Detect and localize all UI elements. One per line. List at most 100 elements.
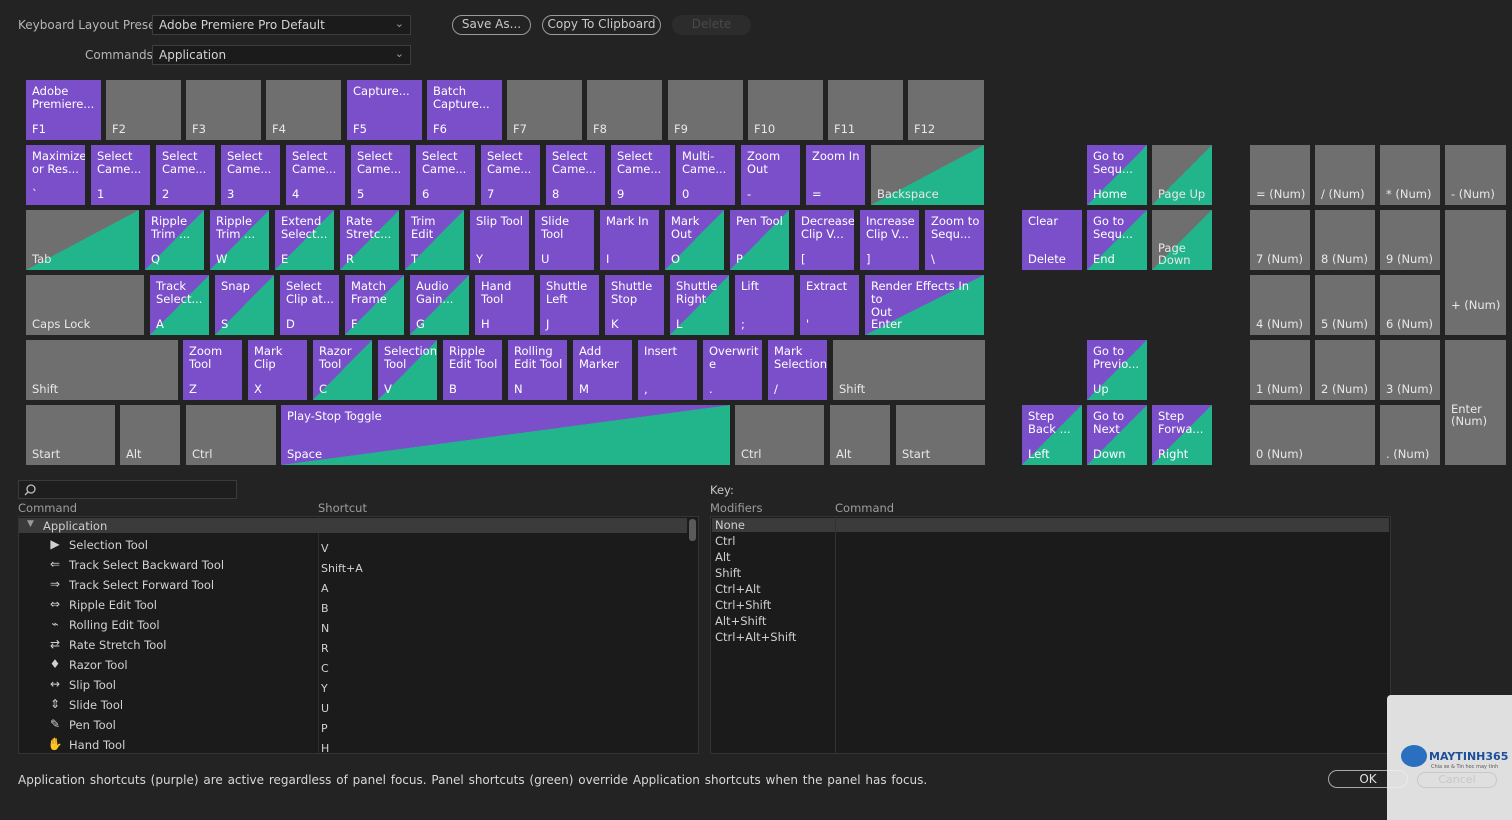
shortcut-value[interactable]: A xyxy=(321,582,329,595)
key-num3[interactable]: 3 (Num) xyxy=(1380,340,1440,400)
command-row[interactable]: ⇐ Track Select Backward Tool Shift+A xyxy=(19,556,687,576)
key-h[interactable]: Hand Tool H xyxy=(475,275,534,335)
key-lctrl[interactable]: Ctrl xyxy=(186,405,276,465)
key-end[interactable]: Go to Sequ... End xyxy=(1087,210,1147,270)
key-f3[interactable]: F3 xyxy=(186,80,261,140)
shortcut-value[interactable]: N xyxy=(321,622,329,635)
key-f11[interactable]: F11 xyxy=(828,80,903,140)
key-num8[interactable]: 8 (Num) xyxy=(1315,210,1375,270)
key-n6[interactable]: Select Came... 6 xyxy=(416,145,475,205)
key-x[interactable]: Mark Clip X xyxy=(248,340,307,400)
key-num9[interactable]: 9 (Num) xyxy=(1380,210,1440,270)
key-left[interactable]: Step Back ... Left xyxy=(1022,405,1082,465)
key-r[interactable]: Rate Stretc... R xyxy=(340,210,399,270)
key-f6[interactable]: Batch Capture... F6 xyxy=(427,80,502,140)
key-lstart[interactable]: Start xyxy=(26,405,115,465)
key-f12[interactable]: F12 xyxy=(908,80,984,140)
key-period[interactable]: Overwrit e. xyxy=(703,340,762,400)
key-backslash[interactable]: Zoom to Sequ... \ xyxy=(925,210,984,270)
scrollbar-thumb[interactable] xyxy=(689,519,696,541)
commands-dropdown[interactable]: Application ⌄ xyxy=(152,45,411,65)
key-s[interactable]: Snap S xyxy=(215,275,274,335)
key-ralt[interactable]: Alt xyxy=(830,405,890,465)
modifier-row[interactable]: Ctrl+Shift xyxy=(715,598,771,612)
command-row[interactable]: ⇕ Slide Tool U xyxy=(19,696,687,716)
key-f[interactable]: Match Frame F xyxy=(345,275,404,335)
key-num4[interactable]: 4 (Num) xyxy=(1250,275,1310,335)
key-delete[interactable]: Clear Delete xyxy=(1022,210,1082,270)
key-g[interactable]: Audio Gain... G xyxy=(410,275,469,335)
key-lalt[interactable]: Alt xyxy=(120,405,180,465)
modifier-row[interactable]: Alt xyxy=(715,550,731,564)
key-pagedown[interactable]: Page Down xyxy=(1152,210,1212,270)
shortcut-value[interactable]: P xyxy=(321,722,328,735)
key-num1[interactable]: 1 (Num) xyxy=(1250,340,1310,400)
key-f8[interactable]: F8 xyxy=(587,80,662,140)
key-k[interactable]: Shuttle Stop K xyxy=(605,275,664,335)
key-num-dot[interactable]: . (Num) xyxy=(1380,405,1440,465)
command-row[interactable]: ♦ Razor Tool C xyxy=(19,656,687,676)
command-column-header[interactable]: Command xyxy=(18,501,77,515)
preset-dropdown[interactable]: Adobe Premiere Pro Default ⌄ xyxy=(152,15,411,35)
modifier-row[interactable]: Shift xyxy=(715,566,741,580)
key-backspace[interactable]: Backspace xyxy=(871,145,984,205)
key-n4[interactable]: Select Came... 4 xyxy=(286,145,345,205)
modifier-row[interactable]: Ctrl+Alt xyxy=(715,582,761,596)
key-num0[interactable]: 0 (Num) xyxy=(1250,405,1375,465)
key-j[interactable]: Shuttle Left J xyxy=(540,275,599,335)
key-up[interactable]: Go to Previo... Up xyxy=(1087,340,1147,400)
key-pageup[interactable]: Page Up xyxy=(1152,145,1212,205)
group-row-application[interactable]: ▼ Application xyxy=(19,518,687,533)
key-f9[interactable]: F9 xyxy=(668,80,743,140)
shortcut-column-header[interactable]: Shortcut xyxy=(318,501,367,515)
key-n2[interactable]: Select Came... 2 xyxy=(156,145,215,205)
key-f2[interactable]: F2 xyxy=(106,80,181,140)
key-n7[interactable]: Select Came... 7 xyxy=(481,145,540,205)
search-input[interactable] xyxy=(18,480,237,499)
key-n9[interactable]: Select Came... 9 xyxy=(611,145,670,205)
shortcut-value[interactable]: U xyxy=(321,702,329,715)
key-equal[interactable]: Zoom In = xyxy=(806,145,865,205)
key-down[interactable]: Go to Next Down xyxy=(1087,405,1147,465)
key-slash[interactable]: Mark Selection / xyxy=(768,340,827,400)
command-row[interactable]: ▶ Selection Tool V xyxy=(19,536,687,556)
key-p[interactable]: Pen Tool P xyxy=(730,210,789,270)
key-f10[interactable]: F10 xyxy=(748,80,823,140)
key-c[interactable]: Razor Tool C xyxy=(313,340,372,400)
modifier-row[interactable]: Alt+Shift xyxy=(715,614,766,628)
key-tab[interactable]: Tab xyxy=(26,210,139,270)
key-num5[interactable]: 5 (Num) xyxy=(1315,275,1375,335)
key-n0[interactable]: Multi- Came... 0 xyxy=(676,145,735,205)
command-row[interactable]: ⌁ Rolling Edit Tool N xyxy=(19,616,687,636)
key-v[interactable]: Selection Tool V xyxy=(378,340,437,400)
key-e[interactable]: Extend Select... E xyxy=(275,210,334,270)
key-n[interactable]: Rolling Edit Tool N xyxy=(508,340,567,400)
shortcut-value[interactable]: B xyxy=(321,602,329,615)
key-lbracket[interactable]: Decrease Clip V... [ xyxy=(795,210,854,270)
key-comma[interactable]: Insert, xyxy=(638,340,697,400)
key-quote[interactable]: Extract ' xyxy=(800,275,859,335)
key-rshift[interactable]: Shift xyxy=(833,340,985,400)
key-minus[interactable]: Zoom Out - xyxy=(741,145,800,205)
key-m[interactable]: Add Marker M xyxy=(573,340,632,400)
shortcut-value[interactable]: V xyxy=(321,542,329,555)
save-as-button[interactable]: Save As... xyxy=(452,15,531,35)
key-b[interactable]: Ripple Edit Tool B xyxy=(443,340,502,400)
key-semicolon[interactable]: Lift; xyxy=(735,275,794,335)
key-i[interactable]: Mark In I xyxy=(600,210,659,270)
key-y[interactable]: Slip Tool Y xyxy=(470,210,529,270)
key-rctrl[interactable]: Ctrl xyxy=(735,405,824,465)
key-num-eq[interactable]: = (Num) xyxy=(1250,145,1310,205)
command-row[interactable]: ⇄ Rate Stretch Tool R xyxy=(19,636,687,656)
delete-button[interactable]: Delete xyxy=(672,15,751,35)
key-q[interactable]: Ripple Trim ... Q xyxy=(145,210,204,270)
key-d[interactable]: Select Clip at... D xyxy=(280,275,339,335)
key-f7[interactable]: F7 xyxy=(507,80,582,140)
command-row[interactable]: ⇒ Track Select Forward Tool A xyxy=(19,576,687,596)
command-row[interactable]: ✋ Hand Tool H xyxy=(19,736,687,753)
key-u[interactable]: Slide Tool U xyxy=(535,210,594,270)
key-caps[interactable]: Caps Lock xyxy=(26,275,144,335)
key-f4[interactable]: F4 xyxy=(266,80,341,140)
key-grave[interactable]: Maximize or Res... ` xyxy=(26,145,85,205)
key-n8[interactable]: Select Came... 8 xyxy=(546,145,605,205)
